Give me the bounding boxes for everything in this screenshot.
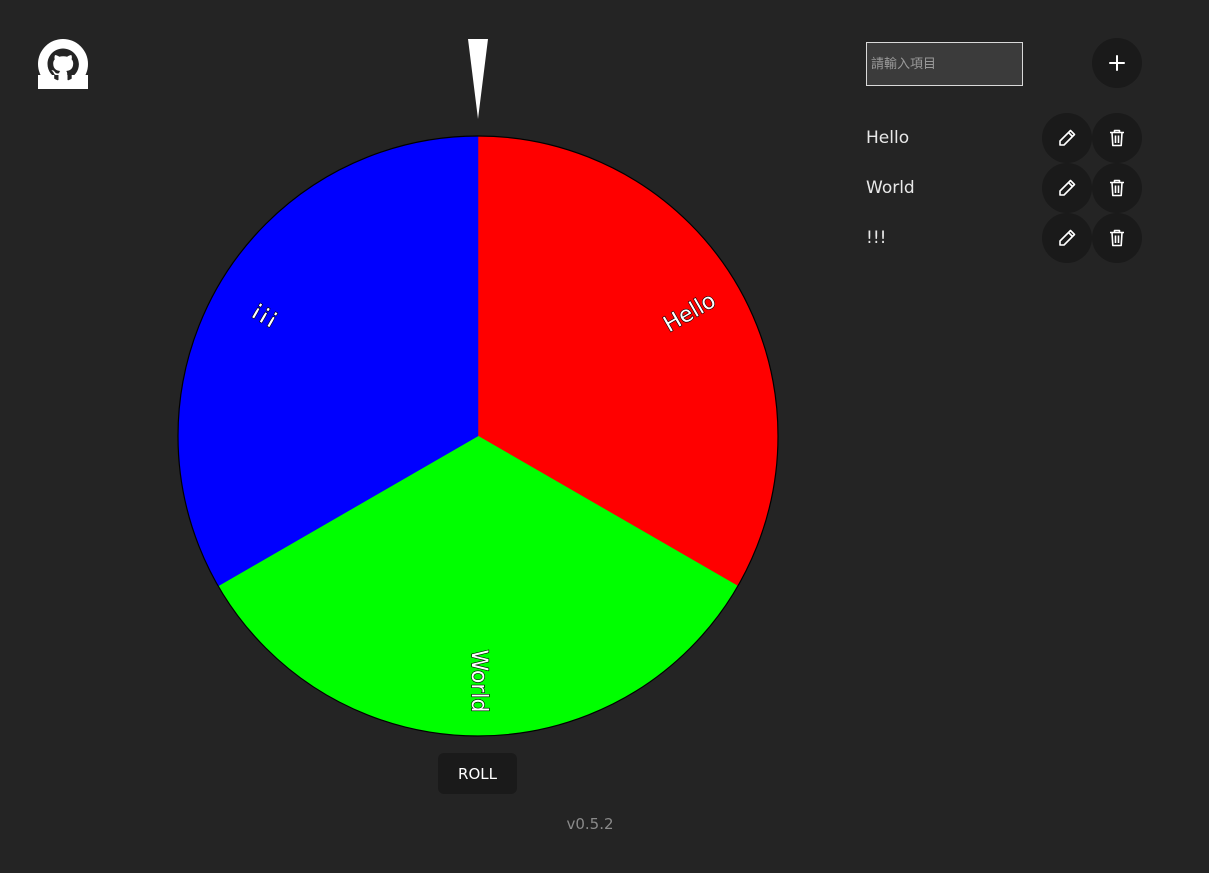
- item-list: Hello World !!!: [866, 113, 1156, 263]
- trash-icon: [1107, 178, 1127, 198]
- pencil-icon: [1057, 178, 1077, 198]
- item-input[interactable]: [866, 42, 1023, 86]
- roll-button[interactable]: ROLL: [438, 753, 517, 794]
- list-item: World: [866, 163, 1156, 213]
- github-link[interactable]: [38, 39, 88, 89]
- add-item-button[interactable]: [1092, 38, 1142, 88]
- delete-item-button[interactable]: [1092, 213, 1142, 263]
- list-item: Hello: [866, 113, 1156, 163]
- app-root: HelloWorld!!! ROLL v0.5.2 Hello: [0, 0, 1209, 873]
- pencil-icon: [1057, 228, 1077, 248]
- version-label: v0.5.2: [566, 815, 614, 833]
- edit-item-button[interactable]: [1042, 163, 1092, 213]
- wheel-pointer: [467, 39, 489, 119]
- item-label: World: [866, 178, 915, 198]
- pencil-icon: [1057, 128, 1077, 148]
- edit-item-button[interactable]: [1042, 213, 1092, 263]
- edit-item-button[interactable]: [1042, 113, 1092, 163]
- delete-item-button[interactable]: [1092, 113, 1142, 163]
- trash-icon: [1107, 228, 1127, 248]
- plus-icon: [1108, 54, 1126, 72]
- github-icon: [38, 39, 88, 89]
- delete-item-button[interactable]: [1092, 163, 1142, 213]
- trash-icon: [1107, 128, 1127, 148]
- list-item: !!!: [866, 213, 1156, 263]
- item-label: Hello: [866, 128, 910, 148]
- spin-wheel: Hello World!!!: [176, 134, 780, 738]
- wheel-slice-label: World: [466, 649, 491, 712]
- item-label: !!!: [866, 228, 887, 248]
